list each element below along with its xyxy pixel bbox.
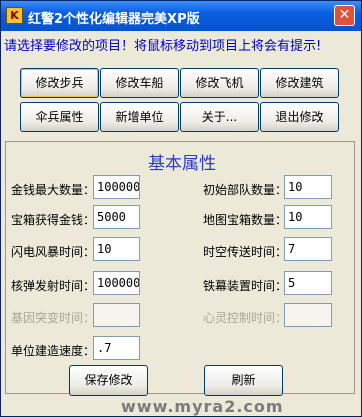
lightning-time-label: 闪电风暴时间： (11, 245, 96, 259)
chrono-time-input[interactable]: 7 (284, 237, 332, 261)
save-changes-button[interactable]: 保存修改 (69, 365, 148, 396)
gene-mutation-time-label: 基因突变时间： (11, 311, 96, 325)
edit-vehicles-button[interactable]: 修改车船 (100, 68, 179, 98)
watermark: www.myra2.com (121, 397, 284, 416)
app-icon: K (6, 7, 23, 24)
crate-money-input[interactable]: 5000 (93, 205, 140, 229)
map-crates-input[interactable]: 10 (284, 205, 332, 229)
paratrooper-attr-button[interactable]: 伞兵属性 (20, 102, 99, 132)
window-title: 红警2个性化编辑器完美XP版 (28, 12, 200, 27)
edit-buildings-button[interactable]: 修改建筑 (260, 68, 339, 98)
edit-infantry-button[interactable]: 修改步兵 (20, 68, 99, 98)
nuke-time-label: 核弹发射时间： (11, 279, 96, 293)
psychic-control-time-input (284, 303, 332, 327)
chrono-time-label: 时空传送时间： (203, 245, 288, 259)
iron-curtain-time-label: 铁幕装置时间： (203, 279, 288, 293)
map-crates-label: 地图宝箱数量： (203, 213, 288, 227)
close-button[interactable]: ✕ (334, 5, 355, 26)
crate-money-label: 宝箱获得金钱： (11, 213, 96, 227)
nuke-time-input[interactable]: 10000000 (93, 271, 140, 295)
initial-units-input[interactable]: 10 (284, 175, 332, 199)
build-speed-input[interactable]: .7 (93, 336, 140, 360)
editor-window: K 红警2个性化编辑器完美XP版 ✕ 请选择要修改的项目！将鼠标移动到项目上将会… (0, 0, 362, 417)
exit-edit-button[interactable]: 退出修改 (260, 102, 339, 132)
initial-units-label: 初始部队数量： (203, 183, 288, 197)
panel-title: 基本属性 (148, 154, 216, 174)
max-money-label: 金钱最大数量： (11, 183, 96, 197)
psychic-control-time-label: 心灵控制时间： (203, 311, 288, 325)
lightning-time-input[interactable]: 10 (93, 237, 140, 261)
refresh-button[interactable]: 刷新 (204, 365, 283, 396)
add-unit-button[interactable]: 新增单位 (100, 102, 179, 132)
about-button[interactable]: 关于... (180, 102, 259, 132)
instruction-prompt: 请选择要修改的项目！将鼠标移动到项目上将会有提示! (4, 39, 322, 54)
iron-curtain-time-input[interactable]: 5 (284, 271, 332, 295)
gene-mutation-time-input (93, 303, 140, 327)
title-bar[interactable]: K 红警2个性化编辑器完美XP版 ✕ (1, 1, 361, 31)
max-money-input[interactable]: 100000 (93, 175, 140, 199)
build-speed-label: 单位建造速度： (11, 344, 96, 358)
edit-aircraft-button[interactable]: 修改飞机 (180, 68, 259, 98)
